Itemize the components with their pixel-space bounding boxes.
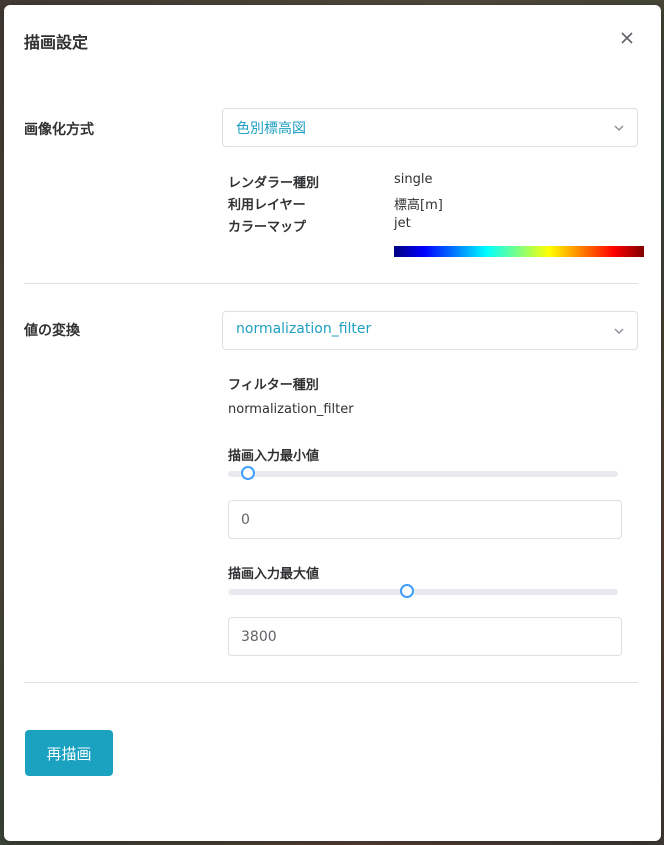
renderer-type-value: single: [394, 172, 433, 187]
layer-value: 標高[m]: [394, 198, 443, 213]
value-transform-label: 値の変換: [24, 323, 80, 339]
colormap-preview: [394, 246, 644, 257]
dialog-header: 描画設定: [4, 5, 661, 71]
close-icon[interactable]: [618, 29, 636, 47]
render-settings-dialog: 描画設定 画像化方式 色別標高図 レンダラー種別 single 利用レイヤー 標…: [4, 5, 661, 841]
layer-label: 利用レイヤー: [228, 198, 306, 213]
section-divider: [24, 682, 638, 683]
value-transform-value: normalization_filter: [236, 321, 372, 337]
section-divider: [24, 283, 638, 284]
slider-thumb[interactable]: [240, 466, 255, 480]
imaging-method-select[interactable]: 色別標高図: [222, 108, 638, 147]
min-input-label: 描画入力最小値: [228, 449, 320, 464]
redraw-button[interactable]: 再描画: [25, 730, 113, 776]
min-value-input[interactable]: [228, 500, 622, 539]
colormap-value: jet: [394, 216, 411, 231]
imaging-method-value: 色別標高図: [236, 121, 306, 137]
value-transform-select[interactable]: normalization_filter: [222, 311, 638, 350]
colormap-label: カラーマップ: [228, 220, 307, 235]
max-value-slider[interactable]: [228, 582, 618, 602]
min-value-slider[interactable]: [228, 464, 618, 484]
renderer-type-label: レンダラー種別: [228, 176, 320, 191]
max-input-label: 描画入力最大値: [228, 567, 320, 582]
dialog-title: 描画設定: [24, 33, 89, 52]
slider-thumb[interactable]: [400, 584, 415, 598]
imaging-method-label: 画像化方式: [24, 122, 94, 138]
chevron-down-icon: [614, 125, 624, 132]
filter-type-label: フィルター種別: [228, 378, 319, 393]
max-value-input[interactable]: [228, 617, 622, 656]
chevron-down-icon: [614, 328, 624, 335]
filter-type-value: normalization_filter: [228, 402, 354, 417]
slider-track: [228, 471, 618, 477]
slider-track: [228, 589, 618, 595]
